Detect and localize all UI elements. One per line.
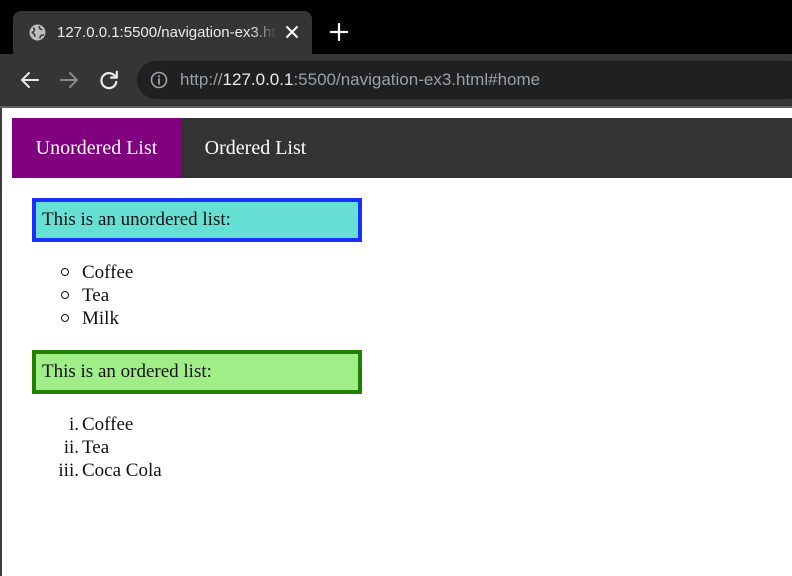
list-item-text: Coca Cola xyxy=(82,460,162,481)
ordered-list: i. Coffee ii. Tea iii. Coca Cola xyxy=(0,413,162,482)
url-path: :5500/navigation-ex3.html#home xyxy=(293,70,541,89)
list-item-text: Coffee xyxy=(82,414,134,435)
nav-link-ordered-list[interactable]: Ordered List xyxy=(181,118,330,178)
url-scheme: http:// xyxy=(180,70,223,89)
page-navbar: Unordered List Ordered List xyxy=(12,118,792,178)
list-item-text: Milk xyxy=(82,308,119,329)
browser-tab-strip: 127.0.0.1:5500/navigation-ex3.html xyxy=(0,0,792,54)
roman-numeral-marker: i. xyxy=(68,414,79,435)
window-edge xyxy=(0,108,2,576)
list-item-text: Tea xyxy=(82,285,110,306)
list-item-text: Coffee xyxy=(82,262,134,283)
plus-icon[interactable] xyxy=(329,22,349,42)
roman-numeral-marker: iii. xyxy=(58,460,79,481)
list-item-text: Tea xyxy=(82,437,110,458)
browser-tab[interactable]: 127.0.0.1:5500/navigation-ex3.html xyxy=(13,11,312,54)
url-host: 127.0.0.1 xyxy=(222,70,294,89)
roman-numeral-marker: ii. xyxy=(63,437,79,458)
nav-link-unordered-list[interactable]: Unordered List xyxy=(12,118,181,178)
list-item: Coffee xyxy=(0,261,133,284)
back-arrow-icon[interactable] xyxy=(19,69,41,91)
globe-icon xyxy=(29,24,46,41)
bullet-marker xyxy=(61,314,69,322)
browser-toolbar: http://127.0.0.1:5500/navigation-ex3.htm… xyxy=(0,54,792,106)
tab-title: 127.0.0.1:5500/navigation-ex3.html xyxy=(57,24,277,41)
list-item: i. Coffee xyxy=(0,413,162,436)
bullet-marker xyxy=(61,268,69,276)
reload-icon[interactable] xyxy=(98,69,120,91)
address-bar[interactable]: http://127.0.0.1:5500/navigation-ex3.htm… xyxy=(137,61,792,99)
list-item: ii. Tea xyxy=(0,436,162,459)
unordered-list: Coffee Tea Milk xyxy=(0,261,133,330)
unordered-list-heading: This is an unordered list: xyxy=(32,198,362,242)
bullet-marker xyxy=(61,291,69,299)
chrome-divider xyxy=(0,106,792,108)
list-item: Milk xyxy=(0,307,133,330)
ordered-list-heading: This is an ordered list: xyxy=(32,350,362,394)
info-icon[interactable] xyxy=(150,71,168,89)
url-text[interactable]: http://127.0.0.1:5500/navigation-ex3.htm… xyxy=(180,69,540,91)
close-icon[interactable] xyxy=(285,25,299,39)
forward-arrow-icon[interactable] xyxy=(58,69,80,91)
list-item: iii. Coca Cola xyxy=(0,459,162,482)
list-item: Tea xyxy=(0,284,133,307)
